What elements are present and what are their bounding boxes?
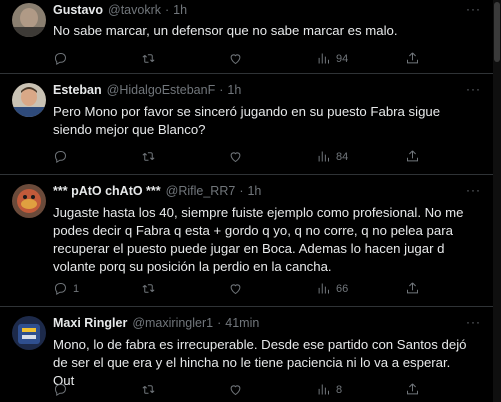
tweet-text: No sabe marcar, un defensor que no sabe …	[53, 23, 398, 38]
tweet[interactable]: *** pAtO chAtO *** @Rifle_RR7 · 1h ··· J…	[0, 175, 493, 307]
like-icon	[230, 152, 241, 163]
scrollbar-thumb[interactable]	[494, 2, 500, 62]
more-options-icon[interactable]: ···	[466, 315, 481, 329]
tweet-header: Esteban @HidalgoEstebanF · 1h	[53, 83, 241, 97]
separator: ·	[165, 3, 170, 17]
more-options-icon[interactable]: ···	[466, 2, 481, 16]
user-handle[interactable]: @maxiringler1	[132, 316, 213, 330]
reply-icon	[54, 53, 67, 66]
views-button[interactable]: 66	[316, 281, 348, 296]
views-count: 8	[336, 383, 343, 396]
reply-button[interactable]	[53, 149, 73, 164]
tweet[interactable]: Maxi Ringler @maxiringler1 · 41min ··· M…	[0, 307, 493, 402]
separator: ·	[219, 83, 224, 97]
like-icon	[230, 385, 241, 396]
separator: ·	[217, 316, 222, 330]
reply-icon	[54, 384, 67, 397]
views-button[interactable]: 94	[316, 51, 348, 66]
display-name[interactable]: Esteban	[53, 83, 102, 97]
retweet-icon	[142, 284, 155, 293]
user-handle[interactable]: @HidalgoEstebanF	[107, 83, 216, 97]
tweet-header: Maxi Ringler @maxiringler1 · 41min	[53, 316, 259, 330]
avatar[interactable]	[12, 184, 46, 218]
tweet-actions: 1 66	[53, 281, 473, 297]
separator: ·	[239, 184, 244, 198]
tweet-actions: 94	[53, 51, 473, 67]
reply-button[interactable]	[53, 382, 73, 397]
views-count: 84	[336, 150, 349, 163]
reply-button[interactable]: 1	[53, 281, 79, 296]
share-button[interactable]	[405, 382, 420, 397]
views-button[interactable]: 8	[316, 382, 342, 397]
tweet[interactable]: Gustavo @tavokrk · 1h ··· No sabe marcar…	[0, 0, 493, 74]
retweet-icon	[142, 54, 155, 63]
display-name[interactable]: *** pAtO chAtO ***	[53, 184, 161, 198]
avatar[interactable]	[12, 83, 46, 117]
user-handle[interactable]: @tavokrk	[108, 3, 161, 17]
views-count: 94	[336, 52, 349, 65]
retweet-icon	[142, 152, 155, 161]
retweet-button[interactable]	[141, 51, 156, 66]
timestamp[interactable]: 1h	[227, 83, 241, 97]
display-name[interactable]: Maxi Ringler	[53, 316, 127, 330]
share-button[interactable]	[405, 281, 420, 296]
views-icon	[318, 151, 329, 162]
like-icon	[230, 54, 241, 65]
share-icon	[407, 282, 418, 294]
avatar[interactable]	[12, 3, 46, 37]
more-options-icon[interactable]: ···	[466, 82, 481, 96]
timestamp[interactable]: 1h	[173, 3, 187, 17]
share-button[interactable]	[405, 149, 420, 164]
views-icon	[318, 53, 329, 64]
views-count: 66	[336, 282, 349, 295]
tweet-header: Gustavo @tavokrk · 1h	[53, 3, 187, 17]
reply-icon	[54, 151, 67, 164]
reply-count: 1	[73, 282, 80, 295]
like-button[interactable]	[228, 382, 243, 397]
retweet-icon	[142, 385, 155, 394]
share-button[interactable]	[405, 51, 420, 66]
share-icon	[407, 150, 418, 162]
like-icon	[230, 284, 241, 295]
like-button[interactable]	[228, 149, 243, 164]
views-icon	[318, 283, 329, 294]
tweet-actions: 8	[53, 382, 473, 398]
views-icon	[318, 384, 329, 395]
scrollbar[interactable]	[493, 0, 501, 402]
timestamp[interactable]: 41min	[225, 316, 259, 330]
avatar[interactable]	[12, 316, 46, 350]
retweet-button[interactable]	[141, 149, 156, 164]
retweet-button[interactable]	[141, 281, 156, 296]
share-icon	[407, 52, 418, 64]
tweet[interactable]: Esteban @HidalgoEstebanF · 1h ··· Pero M…	[0, 74, 493, 175]
more-options-icon[interactable]: ···	[466, 183, 481, 197]
tweet-actions: 84	[53, 149, 473, 165]
tweet-header: *** pAtO chAtO *** @Rifle_RR7 · 1h	[53, 184, 261, 198]
reply-icon	[54, 283, 67, 296]
display-name[interactable]: Gustavo	[53, 3, 103, 17]
retweet-button[interactable]	[141, 382, 156, 397]
like-button[interactable]	[228, 281, 243, 296]
user-handle[interactable]: @Rifle_RR7	[166, 184, 236, 198]
like-button[interactable]	[228, 51, 243, 66]
tweet-text: Jugaste hasta los 40, siempre fuiste eje…	[53, 205, 464, 274]
timeline-feed: Gustavo @tavokrk · 1h ··· No sabe marcar…	[0, 0, 493, 402]
reply-button[interactable]	[53, 51, 73, 66]
views-button[interactable]: 84	[316, 149, 348, 164]
share-icon	[407, 383, 418, 395]
tweet-text: Pero Mono por favor se sinceró jugando e…	[53, 104, 441, 137]
timestamp[interactable]: 1h	[247, 184, 261, 198]
